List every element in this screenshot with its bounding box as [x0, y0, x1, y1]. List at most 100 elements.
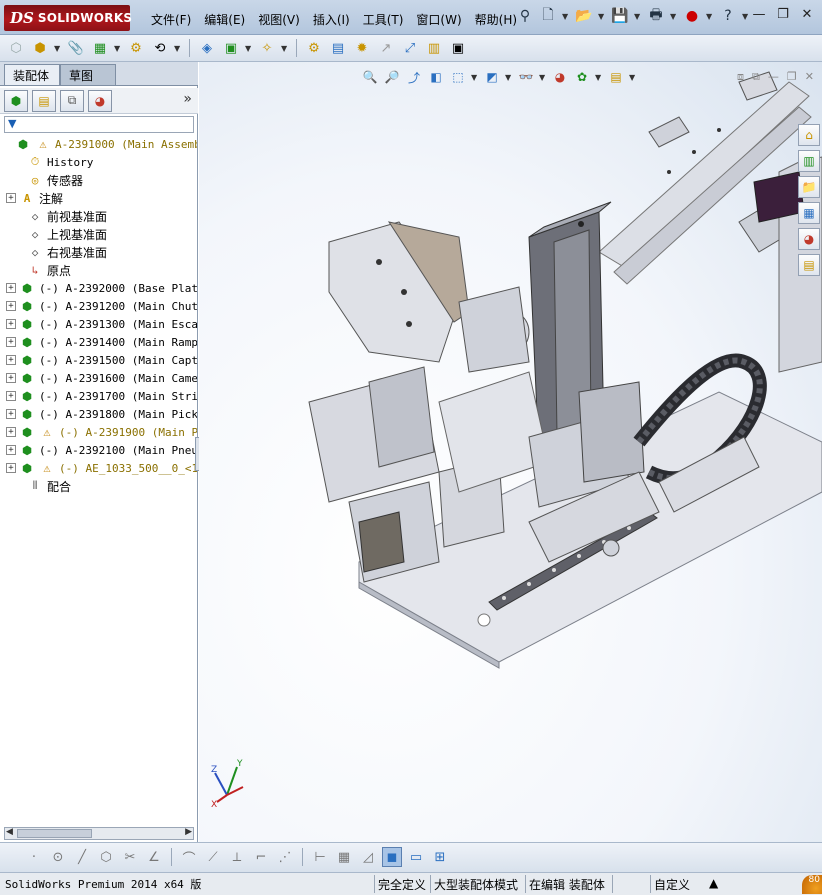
tree-item-right-plane[interactable]: ◇ 右视基准面	[0, 243, 197, 261]
mirror-icon[interactable]: ⟂	[227, 847, 247, 867]
expand-toggle[interactable]: +	[6, 301, 16, 311]
sketch-fillet-icon[interactable]: ⌒	[179, 847, 199, 867]
zoom-to-fit-icon[interactable]: 🔍	[361, 68, 379, 86]
single-view-icon[interactable]: ▭	[406, 847, 426, 867]
move-component-icon[interactable]: ⟲	[150, 38, 170, 58]
tree-horizontal-scrollbar[interactable]: ◀ ▶	[4, 827, 194, 840]
tree-component[interactable]: + ⬢ (-) A-2392100 (Main Pneum	[0, 441, 197, 459]
solidworks-resources-icon[interactable]: ⌂	[798, 124, 820, 146]
status-large-assembly-mode[interactable]: 大型装配体模式	[430, 875, 521, 893]
tree-item-top-plane[interactable]: ◇ 上视基准面	[0, 225, 197, 243]
menu-insert[interactable]: 插入(I)	[308, 9, 355, 30]
open-folder-icon[interactable]: 📂	[575, 6, 593, 26]
chevron-down-icon[interactable]: ▼	[245, 44, 253, 53]
tree-component[interactable]: + ⬢ (-) A-2391600 (Main Camera	[0, 369, 197, 387]
tree-item-origin[interactable]: ↳ 原点	[0, 261, 197, 279]
smart-fasteners-icon[interactable]: ⚙	[126, 38, 146, 58]
chevron-down-icon[interactable]: ▼	[54, 44, 62, 53]
tab-assembly[interactable]: 装配体	[4, 64, 60, 85]
appearances-scenes-icon[interactable]: ◕	[798, 228, 820, 250]
tree-item-history[interactable]: ⏱ History	[0, 153, 197, 171]
apply-scene-icon[interactable]: ✿	[573, 68, 591, 86]
tree-component[interactable]: + ⬢ (-) A-2391200 (Main Chute	[0, 297, 197, 315]
circle-icon[interactable]: ⊙	[48, 847, 68, 867]
chevron-down-icon[interactable]: ▼	[114, 44, 122, 53]
chevron-down-icon[interactable]: ▼	[471, 73, 479, 82]
bill-of-materials-icon[interactable]: ▤	[328, 38, 348, 58]
tree-item-annotations[interactable]: + A 注解	[0, 189, 197, 207]
help-question-icon[interactable]: ?	[719, 6, 737, 26]
previous-view-icon[interactable]: ⤴	[405, 68, 423, 86]
tree-component[interactable]: + ⬢ (-) A-2391500 (Main Captur	[0, 351, 197, 369]
offset-icon[interactable]: ⟋	[203, 847, 223, 867]
view-palette-icon[interactable]: ▦	[798, 202, 820, 224]
explode-line-sketch-icon[interactable]: ↗	[376, 38, 396, 58]
show-hidden-components-icon[interactable]: ◈	[197, 38, 217, 58]
section-view-icon[interactable]: ◧	[427, 68, 445, 86]
assembly-model-render[interactable]	[199, 62, 822, 842]
design-library-icon[interactable]: ▥	[798, 150, 820, 172]
chevron-down-icon[interactable]: ▼	[505, 73, 513, 82]
menu-edit[interactable]: 编辑(E)	[199, 9, 250, 30]
close-icon[interactable]: ✕	[798, 8, 816, 24]
assembly-features-icon[interactable]: ▣	[221, 38, 241, 58]
status-units[interactable]: 自定义	[650, 875, 693, 893]
graphics-area[interactable]: 🔍 🔎 ⤴ ◧ ⬚ ▼ ◩ ▼ 👓 ▼ ◕ ✿ ▼ ▤ ▼ ⧈ ⧉ — ❐ ✕ ⌂ ▥ 📁…	[199, 62, 822, 842]
expand-toggle[interactable]: +	[6, 337, 16, 347]
tree-item-front-plane[interactable]: ◇ 前视基准面	[0, 207, 197, 225]
expand-toggle[interactable]: +	[6, 373, 16, 383]
chevron-down-icon[interactable]: ▼	[706, 12, 714, 21]
interference-detection-icon[interactable]: ⤢	[400, 38, 420, 58]
property-manager-icon[interactable]: ▤	[32, 89, 56, 112]
hide-show-items-icon[interactable]: 👓	[517, 68, 535, 86]
expand-toggle[interactable]: +	[6, 463, 16, 473]
tree-component[interactable]: + ⬢ (-) A-2392000 (Base Plate	[0, 279, 197, 297]
menu-help[interactable]: 帮助(H)	[470, 9, 522, 30]
exploded-view-icon[interactable]: ✹	[352, 38, 372, 58]
expand-toggle[interactable]: +	[6, 283, 16, 293]
chevron-down-icon[interactable]: ▼	[742, 12, 750, 21]
tree-component[interactable]: + ⬢ (-) A-2391800 (Main Pickup	[0, 405, 197, 423]
view-orientation-icon[interactable]: ⬚	[449, 68, 467, 86]
viewport-restore-icon[interactable]: ❐	[787, 70, 797, 84]
pin-icon[interactable]: ⚲	[516, 6, 534, 26]
chevron-down-icon[interactable]: ▼	[595, 73, 603, 82]
status-help-badge[interactable]: 80	[802, 875, 822, 894]
viewport-link-icon[interactable]: ⧉	[752, 70, 760, 84]
configuration-manager-icon[interactable]: ⧉	[60, 89, 84, 112]
construction-geometry-icon[interactable]: ⋰	[275, 847, 295, 867]
expand-toggle[interactable]: +	[6, 409, 16, 419]
tree-component[interactable]: + ⬢ (-) A-2391300 (Main Escape	[0, 315, 197, 333]
dimension-icon[interactable]: ⊢	[310, 847, 330, 867]
feature-manager-icon[interactable]: ⬢	[4, 89, 28, 112]
viewport-split-icon[interactable]: ⧈	[737, 70, 744, 84]
menu-file[interactable]: 文件(F)	[146, 9, 196, 30]
point-icon[interactable]: ·	[24, 847, 44, 867]
tree-component[interactable]: + ⬢ (-) A-2391400 (Main Ramp A	[0, 333, 197, 351]
expand-toggle[interactable]: +	[6, 355, 16, 365]
chevron-down-icon[interactable]: ▼	[629, 73, 637, 82]
zoom-to-area-icon[interactable]: 🔎	[383, 68, 401, 86]
custom-properties-icon[interactable]: ▤	[798, 254, 820, 276]
chevron-down-icon[interactable]: ▼	[634, 12, 642, 21]
tab-sketch[interactable]: 草图	[60, 64, 116, 85]
expand-toggle[interactable]: +	[6, 193, 16, 203]
chevron-up-icon[interactable]: ▲	[706, 875, 721, 893]
rebuild-traffic-light-icon[interactable]: ●	[683, 6, 701, 26]
chevron-down-icon[interactable]: ▼	[562, 12, 570, 21]
viewport-minimize-icon[interactable]: —	[768, 70, 779, 84]
four-view-icon[interactable]: ⊞	[430, 847, 450, 867]
tree-item-sensors[interactable]: ◎ 传感器	[0, 171, 197, 189]
expand-toggle[interactable]: +	[6, 445, 16, 455]
tree-root[interactable]: ⬢ ⚠ A-2391000 (Main Assembly)	[0, 135, 197, 153]
tree-item-mates[interactable]: ⫴ 配合	[0, 477, 197, 495]
edit-appearance-icon[interactable]: ◕	[551, 68, 569, 86]
instant3d-icon[interactable]: ▣	[448, 38, 468, 58]
corner-rectangle-icon[interactable]: ⌐	[251, 847, 271, 867]
new-document-icon[interactable]: 🗋	[539, 6, 557, 26]
chevron-right-icon[interactable]: »	[183, 91, 192, 107]
insert-component-icon[interactable]: ⬢	[30, 38, 50, 58]
chevron-down-icon[interactable]: ▼	[670, 12, 678, 21]
relation-icon[interactable]: ◿	[358, 847, 378, 867]
print-icon[interactable]: 🖶	[647, 6, 665, 26]
